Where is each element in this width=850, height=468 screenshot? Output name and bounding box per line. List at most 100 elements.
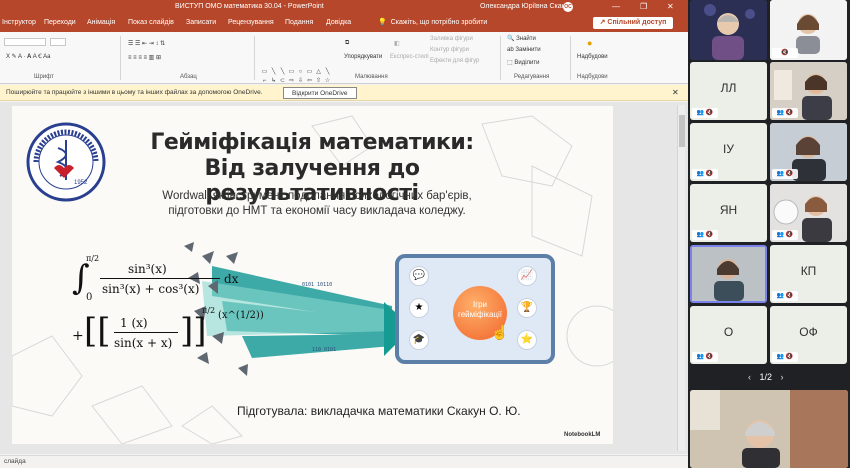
plus-sign: + (72, 328, 84, 344)
power1: π/2 (202, 306, 216, 315)
status-bar: слайда (0, 455, 688, 468)
slide-title-line1: Гейміфікація математики: (150, 130, 474, 155)
slide-subtitle-line1: Wordwall як інструмент подолання психоло… (162, 190, 472, 202)
tab-slideshow[interactable]: Показ слайдів (128, 14, 174, 32)
tab-transitions[interactable]: Переходи (44, 14, 76, 32)
share-button[interactable]: ↗ Спільний доступ (593, 17, 673, 29)
svg-text:0101 10110: 0101 10110 (302, 282, 332, 288)
gallery-pager: ‹ 1/2 › (748, 372, 784, 382)
addins-button[interactable]: Надбудови (577, 54, 608, 60)
quick-styles-button[interactable]: Експрес-стилі (390, 54, 429, 60)
user-name[interactable]: Олександра Юріївна Скакун (480, 0, 572, 14)
participant-video (690, 390, 848, 468)
open-onedrive-button[interactable]: Відкрити OneDrive (283, 87, 357, 99)
tab-view[interactable]: Подання (285, 14, 313, 32)
tab-instructor[interactable]: Інструктор (2, 14, 36, 32)
mic-muted-icon: 👥 🔇 (772, 169, 798, 179)
slide-author: Підготувала: викладачка математики Скаку… (237, 404, 521, 418)
participant-tile[interactable]: ОФ 👥 🔇 (770, 306, 847, 364)
ribbon-tabs: Інструктор Переходи Анімація Показ слайд… (0, 14, 688, 32)
addins-icon: ● (587, 38, 593, 48)
format-buttons[interactable]: X ✎ A · A A Ꞓ Aa (6, 52, 50, 60)
find-button[interactable]: 🔍 Знайти (507, 35, 536, 42)
hand-cursor-icon: ☝ (491, 324, 509, 340)
fraction2-numerator: 1 (x) (120, 316, 148, 330)
participant-tile[interactable]: О 👥 🔇 (690, 306, 767, 364)
previous-page-button[interactable]: ‹ (748, 372, 751, 382)
outline-button[interactable]: Контур фігури (430, 47, 469, 53)
notification-text: Поширюйте та працюйте з іншими в цьому т… (6, 89, 263, 96)
ribbon-panel: X ✎ A · A A Ꞓ Aa Шрифт ☰ ☰ ⇤ ⇥ ↕ ⇅ ≡ ≡ ≡… (0, 32, 688, 93)
font-size-box[interactable] (50, 38, 66, 46)
minimize-button[interactable]: — (612, 0, 620, 14)
participant-initials: ІУ (723, 142, 734, 156)
fraction1-bar (100, 278, 220, 279)
effects-button[interactable]: Ефекти для фігур (430, 58, 479, 64)
close-button[interactable]: ✕ (667, 0, 674, 14)
ribbon-separator (120, 36, 121, 80)
integral-lower: 0 (86, 292, 93, 303)
participant-tile[interactable]: 🔇 (770, 0, 847, 60)
tab-animations[interactable]: Анімація (87, 14, 115, 32)
slide-subtitle-line2: підготовки до НМТ та економії часу викла… (168, 205, 466, 217)
ribbon-separator (254, 36, 255, 80)
select-button[interactable]: ⬚ Виділити (507, 59, 539, 66)
find-label: Знайти (516, 36, 536, 42)
group-drawing-label: Малювання (355, 74, 388, 80)
participant-tile[interactable]: 👥 🔇 (770, 184, 847, 242)
notebooklm-watermark: NotebookLM (564, 432, 601, 438)
college-logo: 1952 (26, 122, 106, 202)
powerpoint-window: Інструктор ВИСТУП ОМО математика 30.04 -… (0, 0, 688, 468)
replace-icon: ab (507, 47, 514, 53)
title-bar: Інструктор ВИСТУП ОМО математика 30.04 -… (0, 0, 688, 26)
arrange-button[interactable]: Упорядкувати (344, 54, 382, 60)
mic-muted-icon: 🔇 (772, 48, 798, 58)
vertical-scrollbar[interactable] (677, 105, 685, 451)
fraction1-denominator: sin³(x) + cos³(x) (102, 282, 200, 296)
cursor-icon: ⬚ (507, 60, 513, 66)
group-editing-label: Редагування (514, 74, 550, 80)
mic-muted-icon: 👥 🔇 (772, 352, 798, 362)
tell-me-text: Скажіть, що потрібно зробити (390, 19, 488, 26)
tab-review[interactable]: Рецензування (228, 14, 274, 32)
participant-tile[interactable]: ЛЛ 👥 🔇 (690, 62, 767, 120)
participant-tile[interactable]: ЯН 👥 🔇 (690, 184, 767, 242)
participant-video (690, 0, 767, 60)
fraction1-numerator: sin³(x) (128, 262, 167, 276)
participant-initials: ЯН (719, 203, 738, 217)
arrange-icon: ⧉ (345, 40, 350, 46)
tab-record[interactable]: Записати (186, 14, 216, 32)
align-buttons[interactable]: ≡ ≡ ≡ ≡ ▥ ⊞ (128, 54, 161, 61)
participant-initials: ОФ (799, 325, 818, 339)
select-label: Виділити (514, 60, 540, 66)
participant-tile[interactable]: 👥 🔇 (770, 62, 847, 120)
self-view-tile[interactable] (690, 390, 848, 468)
left-bracket: [[ (84, 311, 111, 351)
status-text: слайда (4, 458, 26, 465)
chart-icon: 📈 (517, 266, 537, 286)
paragraph-buttons[interactable]: ☰ ☰ ⇤ ⇥ ↕ ⇅ (128, 40, 165, 47)
right-bracket: ]] (180, 311, 207, 351)
tell-me-search[interactable]: 💡 Скажіть, що потрібно зробити (378, 14, 487, 32)
next-page-button[interactable]: › (781, 372, 784, 382)
font-name-box[interactable] (4, 38, 46, 46)
group-font-label: Шрифт (34, 74, 54, 80)
participant-initials: КП (800, 264, 817, 278)
notification-close-icon[interactable]: ✕ (672, 85, 679, 101)
slide-canvas[interactable]: 0101 10110 110 0101 1952 Гейміфікація ма… (12, 106, 613, 444)
participant-tile[interactable]: 👥 🔇 (770, 123, 847, 181)
participant-tile[interactable]: ІУ 👥 🔇 (690, 123, 767, 181)
star-icon: ⭐ (517, 330, 537, 350)
participant-tile[interactable]: КП 👥 🔇 (770, 245, 847, 303)
user-avatar[interactable]: ОС (563, 2, 573, 12)
participant-initials: ЛЛ (720, 81, 737, 95)
participant-tile[interactable] (690, 0, 767, 60)
mic-muted-icon: 👥 🔇 (772, 108, 798, 118)
restore-button[interactable]: ❐ (640, 0, 647, 14)
tab-help[interactable]: Довідка (326, 14, 351, 32)
participant-tile-active[interactable] (690, 245, 767, 303)
fill-button[interactable]: Заливка фігури (430, 36, 473, 42)
scrollbar-thumb[interactable] (679, 115, 685, 147)
replace-label: Замінити (515, 47, 541, 53)
replace-button[interactable]: ab Замінити (507, 47, 541, 53)
